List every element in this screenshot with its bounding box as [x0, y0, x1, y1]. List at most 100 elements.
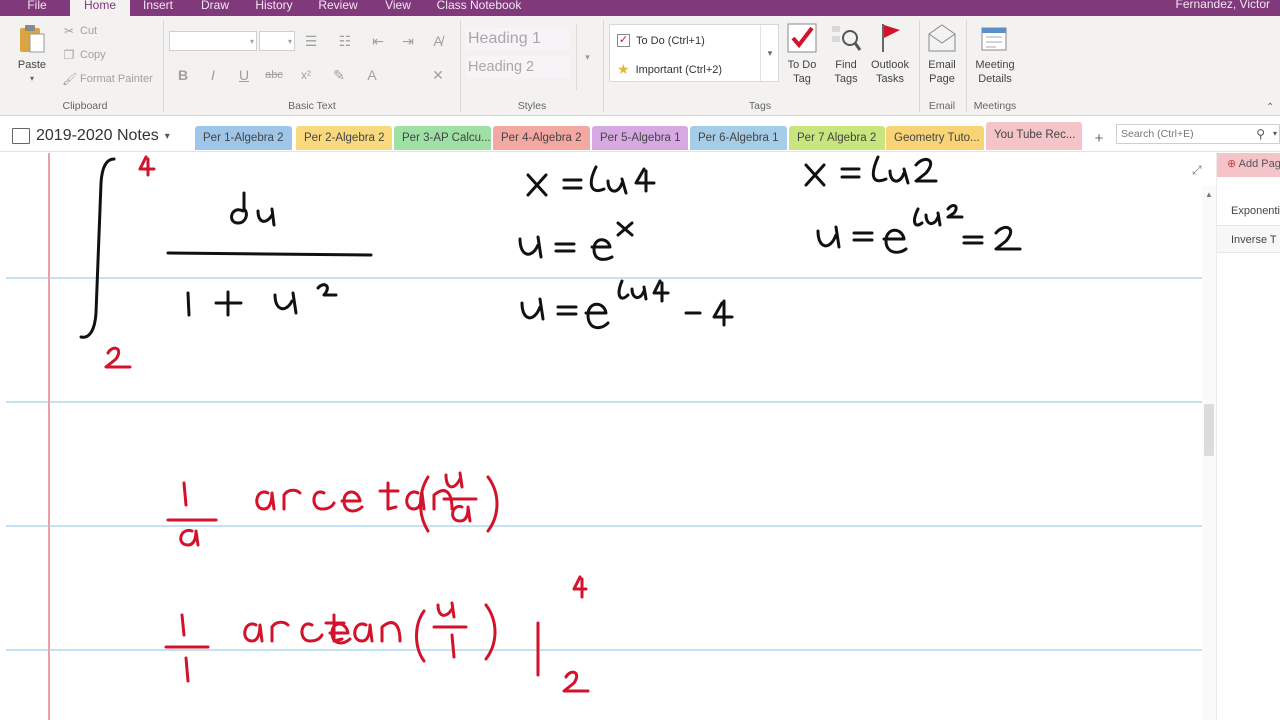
section-tab-per3[interactable]: Per 3-AP Calcu...: [394, 126, 491, 150]
scroll-up-icon[interactable]: ▲: [1205, 190, 1213, 199]
star-icon: ★: [617, 61, 630, 77]
numbering-icon[interactable]: ☷: [335, 32, 355, 50]
ink-step-2: [164, 575, 590, 693]
menu-tab-insert[interactable]: Insert: [138, 0, 178, 16]
expand-icon[interactable]: ⤢: [1192, 163, 1202, 178]
user-name[interactable]: Fernandez, Victor: [1176, 0, 1271, 11]
tag-important-label: Important (Ctrl+2): [635, 63, 723, 76]
meeting-details-label: Meeting Details: [975, 59, 1015, 85]
styles-more-button[interactable]: ▾: [576, 24, 598, 90]
cut-button[interactable]: ✂ Cut: [62, 24, 97, 38]
tags-more-button[interactable]: ▾: [760, 25, 779, 81]
ribbon: Paste ▾ ✂ Cut ❐ Copy 🖌 Format Painter Cl…: [0, 16, 1280, 116]
paste-icon: [20, 25, 45, 53]
italic-icon[interactable]: I: [203, 66, 223, 84]
add-section-button[interactable]: +: [1088, 128, 1110, 150]
email-group-label: Email: [928, 100, 956, 112]
add-page-button[interactable]: ⊕ Add Page: [1217, 153, 1280, 177]
menu-tab-review[interactable]: Review: [314, 0, 362, 16]
underline-icon[interactable]: U: [234, 66, 254, 84]
email-page-button[interactable]: Email Page: [922, 22, 962, 86]
scrollbar-thumb[interactable]: [1204, 404, 1214, 456]
style-heading-2[interactable]: Heading 2: [466, 56, 570, 78]
highlight-icon[interactable]: ✎: [329, 66, 349, 84]
page-item[interactable]: Exponential: [1217, 197, 1280, 225]
group-divider: [919, 20, 920, 112]
find-tags-label: Find Tags: [834, 59, 858, 85]
section-tab-per6[interactable]: Per 6-Algebra 1: [690, 126, 787, 150]
chevron-down-icon: ▾: [249, 37, 254, 46]
delete-icon[interactable]: ✕: [428, 66, 448, 84]
section-tab-per7[interactable]: Per 7 Algebra 2: [789, 126, 885, 150]
styles-group-label: Styles: [517, 100, 547, 112]
menu-tab-class-notebook[interactable]: Class Notebook: [432, 0, 526, 16]
copy-label: Copy: [80, 49, 106, 61]
ink-integral: [79, 157, 373, 339]
outlook-tasks-button[interactable]: Outlook Tasks: [867, 22, 913, 86]
menu-tab-view[interactable]: View: [378, 0, 418, 16]
group-divider: [966, 20, 967, 112]
format-painter-label: Format Painter: [80, 73, 153, 85]
tag-important[interactable]: ★ Important (Ctrl+2): [617, 61, 722, 78]
basic-text-group-label: Basic Text: [288, 100, 336, 112]
menu-tab-history[interactable]: History: [250, 0, 298, 16]
section-tab-per1[interactable]: Per 1-Algebra 2: [195, 126, 292, 150]
page-item[interactable]: Inverse T: [1217, 225, 1280, 253]
search-icon: ⚲: [1256, 127, 1265, 141]
search-input[interactable]: Search (Ctrl+E) ⚲ ▾: [1116, 124, 1280, 144]
envelope-icon: [928, 24, 956, 52]
meeting-details-button[interactable]: Meeting Details: [970, 22, 1020, 86]
decrease-indent-icon[interactable]: ⇤: [368, 32, 388, 50]
copy-icon: ❐: [63, 48, 75, 62]
meetings-group-label: Meetings: [973, 100, 1017, 112]
magnifier-icon: [832, 26, 862, 51]
section-tab-youtube[interactable]: You Tube Rec...: [986, 122, 1082, 150]
copy-button[interactable]: ❐ Copy: [62, 48, 106, 62]
menu-tab-draw[interactable]: Draw: [194, 0, 236, 16]
bold-icon[interactable]: B: [173, 66, 193, 84]
calendar-icon: [981, 27, 1007, 51]
paste-label: Paste: [17, 59, 47, 71]
menu-tab-file[interactable]: File: [18, 0, 56, 16]
format-painter-button[interactable]: 🖌 Format Painter: [62, 72, 153, 86]
flag-icon: [882, 24, 900, 52]
add-page-label: Add Page: [1238, 158, 1280, 170]
font-color-icon[interactable]: A: [362, 66, 382, 84]
notebook-icon: [12, 128, 30, 144]
collapse-ribbon-icon[interactable]: ⌃: [1266, 102, 1274, 113]
notebook-name: 2019-2020 Notes: [36, 127, 159, 144]
tag-todo-label: To Do (Ctrl+1): [636, 34, 705, 47]
tags-gallery: ✓ To Do (Ctrl+1) ★ Important (Ctrl+2) ▾: [609, 24, 779, 82]
note-page[interactable]: ⤢: [6, 153, 1202, 720]
bullets-icon[interactable]: ☰: [301, 32, 321, 50]
outlook-tasks-label: Outlook Tasks: [871, 59, 909, 85]
clear-formatting-icon[interactable]: A̸: [428, 32, 448, 50]
ink-integral-bounds: [104, 155, 156, 369]
font-family-combo[interactable]: ▾: [169, 31, 257, 51]
section-tab-per4[interactable]: Per 4-Algebra 2: [493, 126, 590, 150]
menu-bar: File Home Insert Draw History Review Vie…: [0, 0, 1280, 16]
group-divider: [603, 20, 604, 112]
superscript-icon[interactable]: x²: [296, 66, 316, 84]
strikethrough-icon[interactable]: abc: [264, 66, 284, 84]
checkmark-icon: [787, 23, 817, 53]
section-tab-per2[interactable]: Per 2-Algebra 2: [296, 126, 392, 150]
increase-indent-icon[interactable]: ⇥: [398, 32, 418, 50]
section-tab-per5[interactable]: Per 5-Algebra 1: [592, 126, 688, 150]
group-divider: [460, 20, 461, 112]
tag-todo[interactable]: ✓ To Do (Ctrl+1): [617, 34, 705, 47]
todo-tag-button[interactable]: To Do Tag: [783, 22, 821, 86]
find-tags-button[interactable]: Find Tags: [827, 22, 865, 86]
ink-step-1: [166, 471, 499, 547]
paste-button[interactable]: Paste ▾: [14, 22, 50, 86]
page-scrollbar[interactable]: ▲: [1202, 186, 1216, 720]
menu-tab-home[interactable]: Home: [70, 0, 130, 16]
notebook-switcher[interactable]: 2019-2020 Notes ▾: [12, 127, 170, 145]
chevron-down-icon: ▾: [1272, 129, 1277, 138]
ink-column-2: [518, 165, 734, 330]
section-tab-geometry[interactable]: Geometry Tuto...: [886, 126, 984, 150]
email-page-label: Email Page: [928, 59, 956, 85]
chevron-down-icon: ▾: [164, 130, 170, 142]
font-size-combo[interactable]: ▾: [259, 31, 295, 51]
style-heading-1[interactable]: Heading 1: [466, 28, 570, 50]
